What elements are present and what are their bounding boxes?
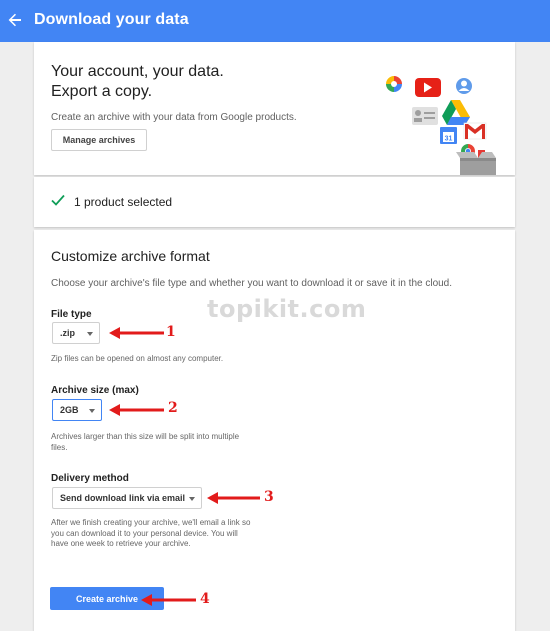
customize-card: Customize archive format Choose your arc… (34, 230, 515, 631)
file-type-value: .zip (60, 328, 75, 338)
youtube-icon (415, 78, 441, 97)
box-icon (456, 152, 496, 175)
chevron-down-icon (87, 332, 93, 336)
customize-title: Customize archive format (51, 248, 210, 264)
drive-icon (442, 100, 470, 125)
archive-size-help: Archives larger than this size will be s… (51, 432, 239, 453)
page-title: Download your data (34, 11, 189, 28)
annotation-number-2: 2 (168, 400, 178, 416)
customize-description: Choose your archive's file type and whet… (51, 278, 453, 289)
annotation-arrow-4 (141, 594, 196, 606)
manage-archives-button[interactable]: Manage archives (51, 129, 147, 151)
annotation-number-3: 3 (264, 489, 274, 505)
delivery-method-help: After we finish creating your archive, w… (51, 518, 250, 550)
profile-icon (456, 78, 472, 94)
delivery-method-label: Delivery method (51, 473, 129, 484)
contacts-icon (412, 107, 438, 125)
watermark: topikit.com (207, 295, 367, 323)
archive-size-help-line-2: files. (51, 442, 68, 452)
annotation-number-1: 1 (166, 324, 176, 340)
file-type-help: Zip files can be opened on almost any co… (51, 354, 224, 363)
file-type-select[interactable]: .zip (52, 322, 100, 344)
delivery-method-value: Send download link via email (60, 493, 186, 503)
delivery-method-select[interactable]: Send download link via email (52, 487, 202, 509)
photos-icon (386, 76, 402, 92)
product-icons-illustration: 31 (386, 76, 496, 175)
app-bar: Download your data (0, 0, 550, 42)
products-selected-status: 1 product selected (74, 195, 173, 209)
annotation-arrow-3 (207, 492, 260, 504)
file-type-label: File type (51, 309, 92, 320)
headline-line-2: Export a copy. (51, 83, 153, 100)
chevron-down-icon (189, 497, 195, 501)
delivery-help-line-3: have one week to retrieve your archive. (51, 539, 191, 548)
archive-size-help-line-1: Archives larger than this size will be s… (51, 432, 240, 441)
headline-line-1: Your account, your data. (51, 63, 224, 80)
archive-size-select[interactable]: 2GB (52, 399, 102, 421)
check-icon (51, 194, 65, 206)
chevron-down-icon (89, 409, 95, 413)
svg-text:31: 31 (445, 136, 453, 143)
delivery-help-line-2: you can download it to your personal dev… (51, 528, 238, 538)
annotation-number-4: 4 (200, 591, 210, 607)
archive-size-value: 2GB (60, 405, 79, 415)
annotation-arrow-1 (109, 327, 164, 339)
delivery-help-line-1: After we finish creating your archive, w… (51, 518, 251, 527)
intro-description: Create an archive with your data from Go… (51, 112, 297, 123)
gmail-icon (463, 122, 487, 140)
calendar-icon: 31 (440, 127, 457, 144)
selection-card: 1 product selected (34, 177, 515, 227)
archive-size-label: Archive size (max) (51, 385, 139, 396)
back-arrow-icon[interactable] (6, 11, 24, 29)
annotation-arrow-2 (109, 404, 164, 416)
intro-headline: Your account, your data. Export a copy. (51, 62, 224, 102)
